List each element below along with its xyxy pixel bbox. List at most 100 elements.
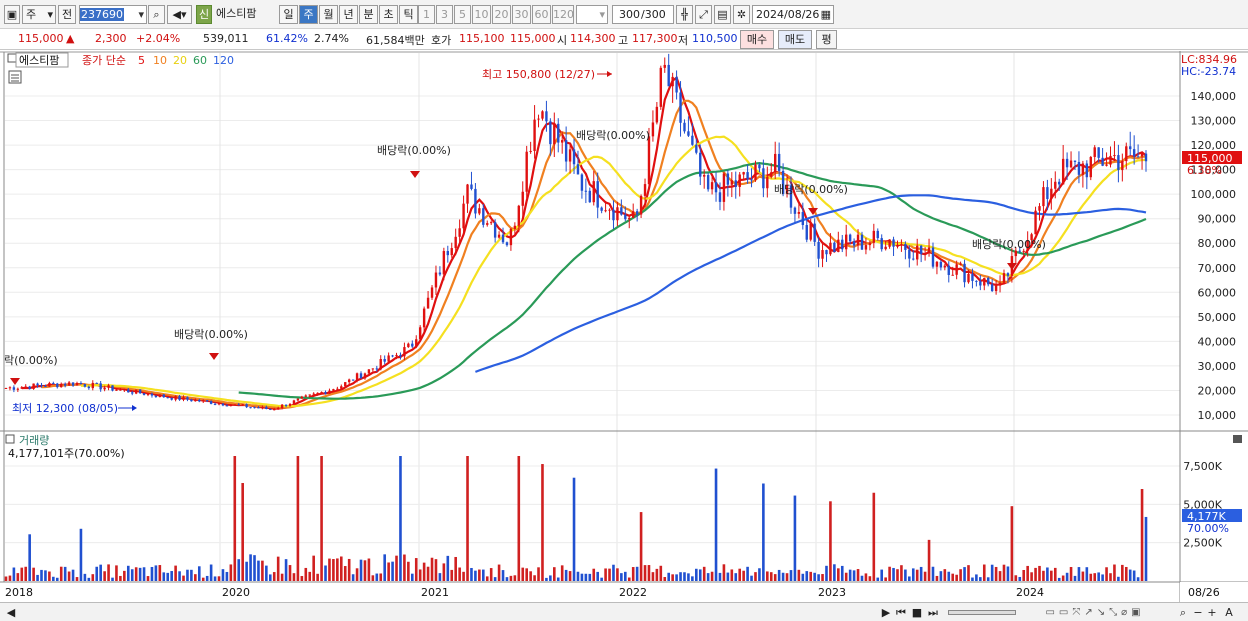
rewind-icon[interactable]: ⏮: [894, 605, 908, 620]
volume-bar: [754, 572, 757, 581]
speaker-icon[interactable]: ◀▾: [167, 5, 192, 24]
volume-bar: [391, 561, 394, 581]
volume-bar: [683, 572, 686, 581]
volume-bar: [864, 573, 868, 581]
date-input[interactable]: 2024/08/26 ▦: [752, 5, 834, 24]
interval-60[interactable]: 60: [532, 5, 551, 24]
candle-body: [174, 395, 177, 400]
candle-body: [734, 180, 737, 187]
candle-body: [726, 173, 730, 185]
period-second[interactable]: 초: [379, 5, 398, 24]
volume-bar: [1121, 564, 1124, 581]
volume-bar: [422, 562, 426, 581]
stop-icon[interactable]: ■: [910, 605, 924, 620]
sell-button[interactable]: 매도: [778, 30, 812, 49]
volume-bar: [809, 571, 813, 581]
volume-bar: [533, 575, 536, 581]
period-day[interactable]: 일: [279, 5, 298, 24]
zoom-slider[interactable]: [948, 610, 1016, 615]
legend-series: 종가 단순: [82, 54, 126, 67]
x-label-2020: 2020: [222, 586, 250, 599]
candle-body: [517, 205, 521, 226]
candle-body: [44, 386, 47, 388]
volume-bar: [1093, 573, 1097, 581]
drawing-tools-icon[interactable]: ▭▭⤧↗↘⤡⌀▣: [1020, 605, 1170, 620]
candle-body: [683, 122, 686, 132]
candle-body: [923, 253, 927, 255]
stock-chart[interactable]: 에스티팜 종가 단순 5 10 20 60 120 LC:834.96 HC:-…: [0, 51, 1248, 603]
candle-body: [509, 228, 513, 246]
interval-10[interactable]: 10: [472, 5, 491, 24]
candle-body: [482, 208, 485, 225]
candle-body: [848, 234, 852, 242]
volume-bar: [1089, 573, 1093, 581]
volume-bar: [769, 572, 773, 581]
candle-body: [1050, 188, 1053, 199]
volume-bar: [466, 456, 469, 581]
interval-120[interactable]: 120: [552, 5, 574, 24]
volume-bar: [304, 567, 308, 581]
volume-bar: [979, 577, 982, 581]
candle-body: [521, 191, 524, 206]
volume-bar: [568, 571, 572, 581]
candle-body: [1065, 158, 1069, 168]
layout-icon[interactable]: ▣: [4, 5, 20, 24]
candle-body: [659, 67, 663, 107]
zoom-out-icon[interactable]: −: [1192, 605, 1204, 620]
interval-1[interactable]: 1: [418, 5, 435, 24]
period-month[interactable]: 월: [319, 5, 338, 24]
interval-30[interactable]: 30: [512, 5, 531, 24]
candle-body: [919, 245, 923, 254]
volume-bar: [201, 577, 205, 581]
candle-body: [87, 386, 91, 389]
volume-bar: [1006, 566, 1010, 581]
x-label-2024: 2024: [1016, 586, 1044, 599]
period-year[interactable]: 년: [339, 5, 358, 24]
interval-20[interactable]: 20: [492, 5, 511, 24]
candle-body: [340, 386, 343, 389]
volume-bar: [12, 567, 16, 581]
candle-body: [975, 280, 978, 282]
candle-body: [939, 261, 943, 268]
candle-body: [233, 404, 236, 406]
text-tool-icon[interactable]: A: [1222, 605, 1236, 620]
eval-button[interactable]: 평: [816, 30, 837, 49]
play-right-icon[interactable]: ▶: [880, 605, 892, 620]
chart-area[interactable]: 에스티팜 종가 단순 5 10 20 60 120 LC:834.96 HC:-…: [0, 51, 1248, 603]
candle-body: [742, 172, 745, 175]
volume-bar: [821, 574, 824, 581]
interval-input[interactable]: ▾: [576, 5, 608, 24]
gear-icon[interactable]: ✲: [733, 5, 750, 24]
period-week[interactable]: 주: [299, 5, 318, 24]
scroll-left-icon[interactable]: ◀: [6, 605, 16, 620]
candle-body: [1140, 153, 1144, 157]
forward-icon[interactable]: ⏭: [926, 605, 940, 620]
interval-5[interactable]: 5: [454, 5, 471, 24]
interval-3[interactable]: 3: [436, 5, 453, 24]
candle-icon[interactable]: ╬: [676, 5, 693, 24]
code-input[interactable]: 237690 ▾: [79, 5, 147, 24]
zoom-in-icon[interactable]: +: [1206, 605, 1218, 620]
count-input[interactable]: 300: [612, 5, 642, 24]
volume-bar: [959, 569, 962, 581]
buy-button[interactable]: 매수: [740, 30, 774, 49]
low-arrow-head: [132, 405, 137, 411]
period-tick[interactable]: 틱: [399, 5, 418, 24]
close-pane-icon[interactable]: [1233, 435, 1242, 443]
market-select[interactable]: 주 ▾: [22, 5, 56, 24]
jeon-button[interactable]: 전: [58, 5, 76, 24]
volume-bar: [1132, 570, 1136, 581]
period-minute[interactable]: 분: [359, 5, 378, 24]
volume-bar: [261, 560, 264, 581]
save-icon[interactable]: ▤: [714, 5, 731, 24]
trend-icon[interactable]: ⤢: [695, 5, 712, 24]
candle-body: [671, 76, 674, 87]
candle-body: [1132, 149, 1136, 157]
volume-bar: [146, 576, 150, 581]
candle-body: [927, 247, 931, 254]
hoga-ask: 115,100: [459, 32, 505, 45]
price-tick-label: 80,000: [1198, 237, 1237, 250]
volume-bar: [1053, 567, 1057, 581]
zoom-icon[interactable]: ⌕: [1176, 605, 1190, 620]
search-icon[interactable]: ⌕: [148, 5, 165, 24]
